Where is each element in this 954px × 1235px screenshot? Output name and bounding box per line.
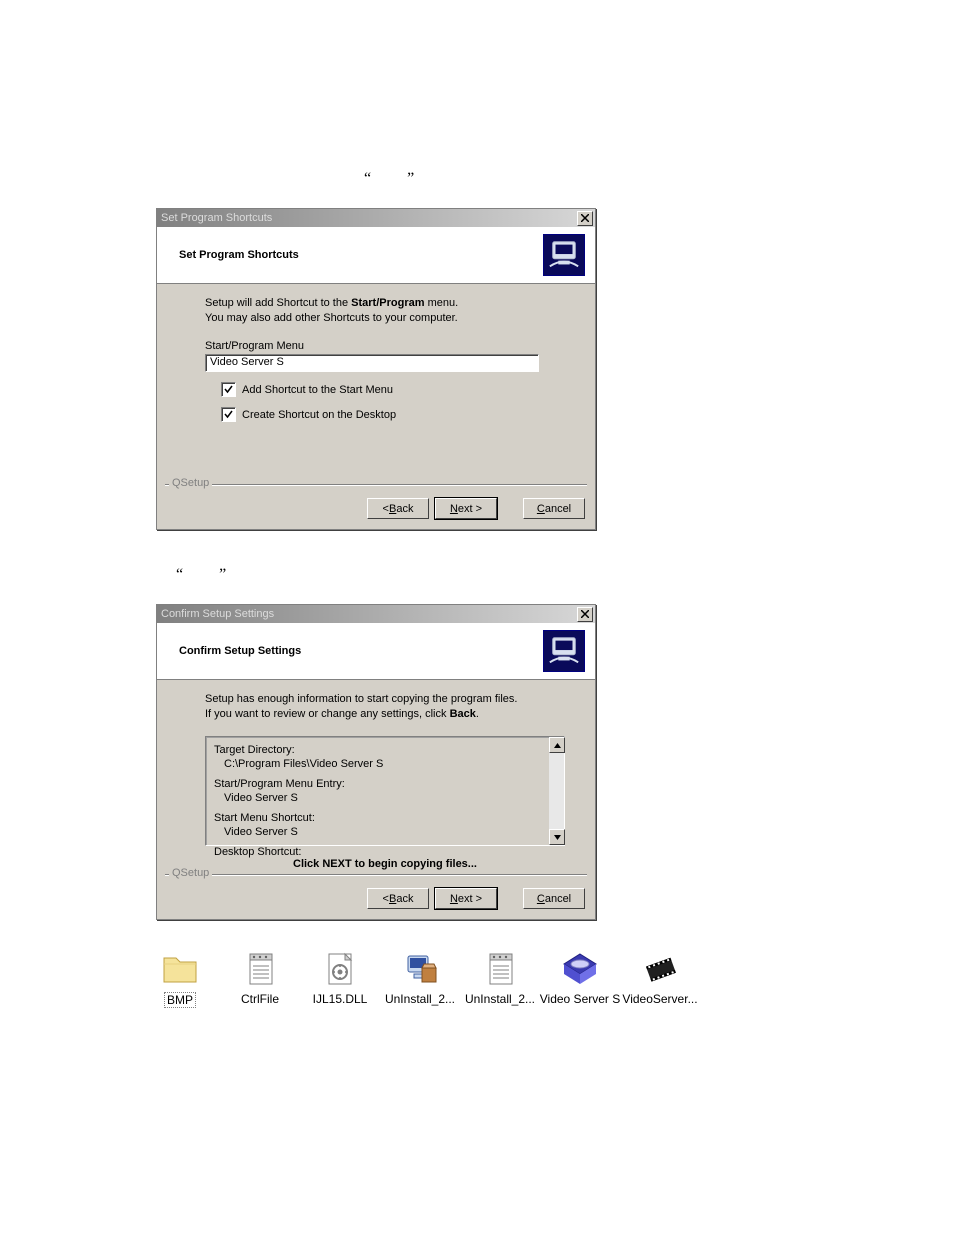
desktop-checkbox-label: Create Shortcut on the Desktop: [242, 409, 396, 421]
program-menu-input[interactable]: Video Server S: [205, 354, 539, 372]
close-button[interactable]: [577, 607, 593, 622]
qsetup-groupbox: QSetup: [165, 484, 587, 485]
installed-files-strip: BMP CtrlFile IJL15.DLL: [140, 950, 700, 1008]
file-label: CtrlFile: [241, 992, 279, 1006]
close-icon: [581, 610, 589, 618]
uninstall-exe-icon: [400, 950, 440, 988]
close-button[interactable]: [577, 211, 593, 226]
dialog-header: Confirm Setup Settings: [157, 623, 595, 680]
close-icon: [581, 214, 589, 222]
file-label: IJL15.DLL: [313, 992, 368, 1006]
back-button[interactable]: < Back: [367, 498, 429, 519]
file-label: VideoServer...: [622, 992, 697, 1006]
folder-icon: [160, 950, 200, 988]
qsetup-groupbox: QSetup: [165, 874, 587, 875]
next-button[interactable]: Next >: [435, 888, 497, 909]
chevron-up-icon: [554, 743, 561, 748]
dialog-body: Setup has enough information to start co…: [157, 680, 595, 874]
field-label: Start/Program Menu: [205, 340, 565, 352]
confirm-setup-settings-dialog: Confirm Setup Settings Confirm Setup Set…: [156, 604, 596, 920]
instruction-text: Click NEXT to begin copying files...: [205, 858, 565, 870]
dialog-body: Setup will add Shortcut to the Start/Pro…: [157, 284, 595, 484]
scroll-up-button[interactable]: [549, 737, 565, 753]
set-program-shortcuts-dialog: Set Program Shortcuts Set Program Shortc…: [156, 208, 596, 530]
dialog-footer: QSetup < Back Next > Cancel: [157, 484, 595, 529]
dialog-header-title: Set Program Shortcuts: [179, 249, 543, 261]
cancel-button[interactable]: Cancel: [523, 888, 585, 909]
intro-text: Setup will add Shortcut to the Start/Pro…: [205, 296, 565, 326]
video-server-icon: [560, 950, 600, 988]
start-menu-checkbox-row: Add Shortcut to the Start Menu: [221, 382, 565, 397]
file-label: UnInstall_2...: [465, 992, 535, 1006]
checkmark-icon: [224, 410, 233, 419]
dialog-header-title: Confirm Setup Settings: [179, 645, 543, 657]
notepad-icon: [240, 950, 280, 988]
desktop-checkbox-row: Create Shortcut on the Desktop: [221, 407, 565, 422]
start-menu-checkbox[interactable]: [221, 382, 236, 397]
back-button[interactable]: < Back: [367, 888, 429, 909]
notepad-icon: [480, 950, 520, 988]
installer-icon: [543, 234, 585, 276]
window-title: Set Program Shortcuts: [161, 212, 272, 224]
file-label: BMP: [164, 992, 196, 1008]
titlebar[interactable]: Confirm Setup Settings: [157, 605, 595, 623]
dll-icon: [320, 950, 360, 988]
scroll-down-button[interactable]: [549, 829, 565, 845]
file-label: Video Server S: [540, 992, 621, 1006]
film-clip-icon: [640, 950, 680, 988]
file-videoserver-clip[interactable]: VideoServer...: [620, 950, 700, 1008]
titlebar[interactable]: Set Program Shortcuts: [157, 209, 595, 227]
intro-text: Setup has enough information to start co…: [205, 692, 565, 722]
doc-caption-2: “ ”: [176, 566, 954, 584]
file-video-server-s[interactable]: Video Server S: [540, 950, 620, 1008]
doc-caption-1: “ ”: [364, 170, 954, 188]
settings-text: Target Directory: C:\Program Files\Video…: [205, 736, 549, 846]
desktop-checkbox[interactable]: [221, 407, 236, 422]
settings-summary: Target Directory: C:\Program Files\Video…: [205, 736, 565, 846]
file-ijl15-dll[interactable]: IJL15.DLL: [300, 950, 380, 1008]
installer-icon: [543, 630, 585, 672]
file-uninstall-log[interactable]: UnInstall_2...: [460, 950, 540, 1008]
file-bmp-folder[interactable]: BMP: [140, 950, 220, 1008]
checkmark-icon: [224, 385, 233, 394]
window-title: Confirm Setup Settings: [161, 608, 274, 620]
cancel-button[interactable]: Cancel: [523, 498, 585, 519]
dialog-footer: QSetup < Back Next > Cancel: [157, 874, 595, 919]
dialog-header: Set Program Shortcuts: [157, 227, 595, 284]
start-menu-checkbox-label: Add Shortcut to the Start Menu: [242, 384, 393, 396]
next-button[interactable]: Next >: [435, 498, 497, 519]
file-uninstall-exe[interactable]: UnInstall_2...: [380, 950, 460, 1008]
file-label: UnInstall_2...: [385, 992, 455, 1006]
file-ctrlfile[interactable]: CtrlFile: [220, 950, 300, 1008]
chevron-down-icon: [554, 835, 561, 840]
scrollbar[interactable]: [549, 736, 565, 846]
